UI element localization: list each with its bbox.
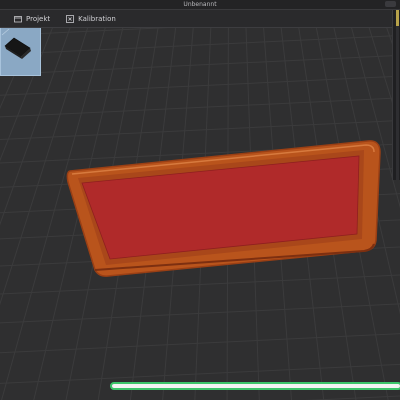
window-control-button[interactable] [385, 1, 396, 7]
side-panel-accent [396, 10, 399, 26]
tab-bar: Projekt Kalibration [0, 10, 400, 28]
tab-projekt-label: Projekt [26, 14, 51, 23]
calibration-icon [66, 14, 75, 23]
progress-bar-fill [112, 384, 400, 388]
folder-icon [14, 15, 22, 23]
part-preview-icon [1, 28, 40, 75]
window-title: Unbenannt [183, 1, 217, 8]
tab-projekt[interactable]: Projekt [0, 10, 58, 27]
tab-kalibration-label: Kalibration [78, 14, 116, 23]
3d-viewport[interactable] [0, 27, 400, 400]
object-thumbnail[interactable] [0, 27, 41, 76]
side-panel-scrollbar[interactable] [396, 10, 399, 180]
build-plate-scene[interactable] [0, 27, 400, 400]
progress-bar [110, 382, 400, 390]
window-titlebar: Unbenannt [0, 0, 400, 10]
side-panel-edge [392, 10, 400, 180]
tab-kalibration[interactable]: Kalibration [58, 10, 124, 27]
